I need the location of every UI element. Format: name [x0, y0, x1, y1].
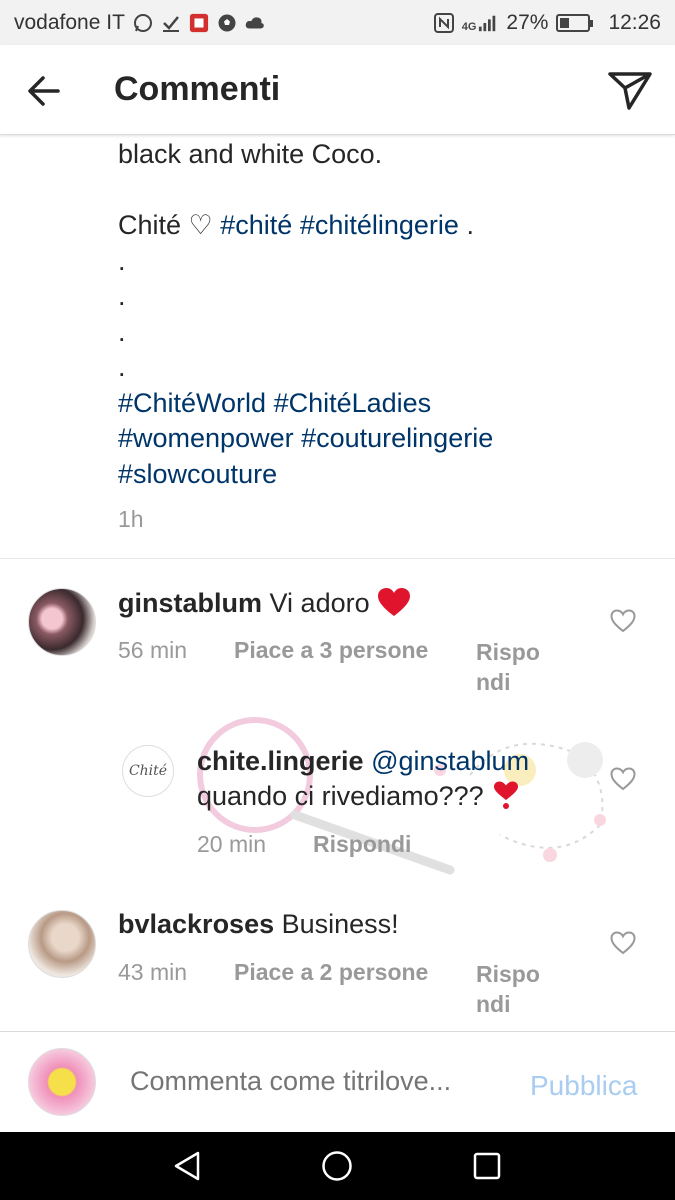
top-app-bar: Commenti: [0, 45, 675, 135]
battery-icon: [556, 13, 594, 32]
comment-text: quando ci rivediamo???: [197, 781, 484, 811]
caption-line: Chité ♡ #chité #chitélingerie .: [118, 208, 638, 244]
whatsapp-icon: [133, 13, 153, 33]
status-bar: vodafone IT 4G 27% 12:26: [0, 0, 675, 45]
likes-count-link[interactable]: Piace a 3 persone: [234, 637, 428, 664]
caption-dot: .: [118, 281, 126, 311]
heart-emoji: [377, 588, 411, 618]
avatar-logo-text: Chité: [128, 763, 168, 779]
username-link[interactable]: bvlackroses: [118, 909, 274, 939]
reply-link[interactable]: Rispondi: [313, 831, 411, 858]
comment-text: Business!: [281, 909, 399, 939]
reply-label: Rispo: [476, 961, 540, 987]
cloud-icon: [245, 13, 265, 33]
app-notification-icon: [189, 13, 209, 33]
reply-link[interactable]: Rispo ndi: [476, 637, 540, 697]
network-type-label: 4G: [461, 20, 477, 33]
hashtag-line[interactable]: #ChitéWorld #ChitéLadies: [118, 386, 638, 422]
comment-body: chite.lingerie @ginstablum quando ci riv…: [197, 744, 617, 814]
username-link[interactable]: ginstablum: [118, 588, 262, 618]
like-heart-icon[interactable]: [610, 931, 636, 955]
comment-input[interactable]: [130, 1066, 510, 1097]
caption-dot: .: [118, 352, 126, 382]
heart-exclamation-emoji: [491, 781, 521, 811]
back-arrow-icon[interactable]: [26, 73, 62, 109]
nfc-icon: [433, 12, 454, 33]
mention-link[interactable]: @ginstablum: [371, 746, 529, 776]
reply-label: ndi: [476, 991, 511, 1017]
caption-dot: .: [118, 316, 126, 347]
hashtag-link[interactable]: #chitélingerie: [300, 210, 459, 240]
system-nav-bar: [0, 1132, 675, 1200]
caption-text: Chité ♡: [118, 210, 221, 240]
back-triangle-icon[interactable]: [172, 1150, 204, 1187]
avatar[interactable]: Chité: [122, 745, 174, 797]
caption-text: .: [458, 210, 474, 240]
likes-count-link[interactable]: Piace a 2 persone: [234, 959, 428, 986]
post-caption: black and white Coco. Chité ♡ #chité #ch…: [118, 137, 638, 492]
carrier-label: vodafone IT: [14, 10, 125, 34]
comment-text: Vi adoro: [269, 588, 370, 618]
home-circle-icon[interactable]: [321, 1150, 353, 1187]
battery-percent: 27%: [506, 10, 549, 34]
caption-dot: .: [118, 245, 126, 276]
divider: [0, 558, 675, 559]
hashtag-line[interactable]: #slowcouture: [118, 457, 638, 493]
reply-link[interactable]: Rispo ndi: [476, 959, 540, 1019]
avatar[interactable]: [28, 910, 96, 978]
like-heart-icon[interactable]: [610, 609, 636, 633]
soccer-ball-icon: [217, 13, 237, 33]
check-icon: [161, 13, 181, 33]
send-icon[interactable]: [607, 70, 653, 112]
comment-body: ginstablum Vi adoro: [118, 586, 411, 621]
hashtag-link[interactable]: #chité: [220, 210, 292, 240]
hashtag-line[interactable]: #womenpower #couturelingerie: [118, 421, 638, 457]
comment-body: bvlackroses Business!: [118, 907, 399, 942]
avatar[interactable]: [28, 588, 96, 656]
current-user-avatar: [28, 1048, 96, 1116]
comment-composer: Pubblica: [0, 1031, 675, 1132]
username-link[interactable]: chite.lingerie: [197, 746, 364, 776]
page-title: Commenti: [114, 70, 281, 108]
reply-label: ndi: [476, 669, 511, 695]
caption-line: black and white Coco.: [118, 139, 383, 169]
like-heart-icon[interactable]: [610, 767, 636, 791]
caption-timestamp: 1h: [118, 506, 144, 532]
clock: 12:26: [608, 10, 661, 34]
comment-time: 56 min: [118, 637, 188, 663]
comment-time: 43 min: [118, 959, 188, 985]
signal-icon: [478, 13, 498, 33]
publish-button[interactable]: Pubblica: [530, 1070, 637, 1102]
recents-square-icon[interactable]: [473, 1152, 501, 1185]
comment-time: 20 min: [197, 831, 267, 857]
reply-label: Rispo: [476, 639, 540, 665]
